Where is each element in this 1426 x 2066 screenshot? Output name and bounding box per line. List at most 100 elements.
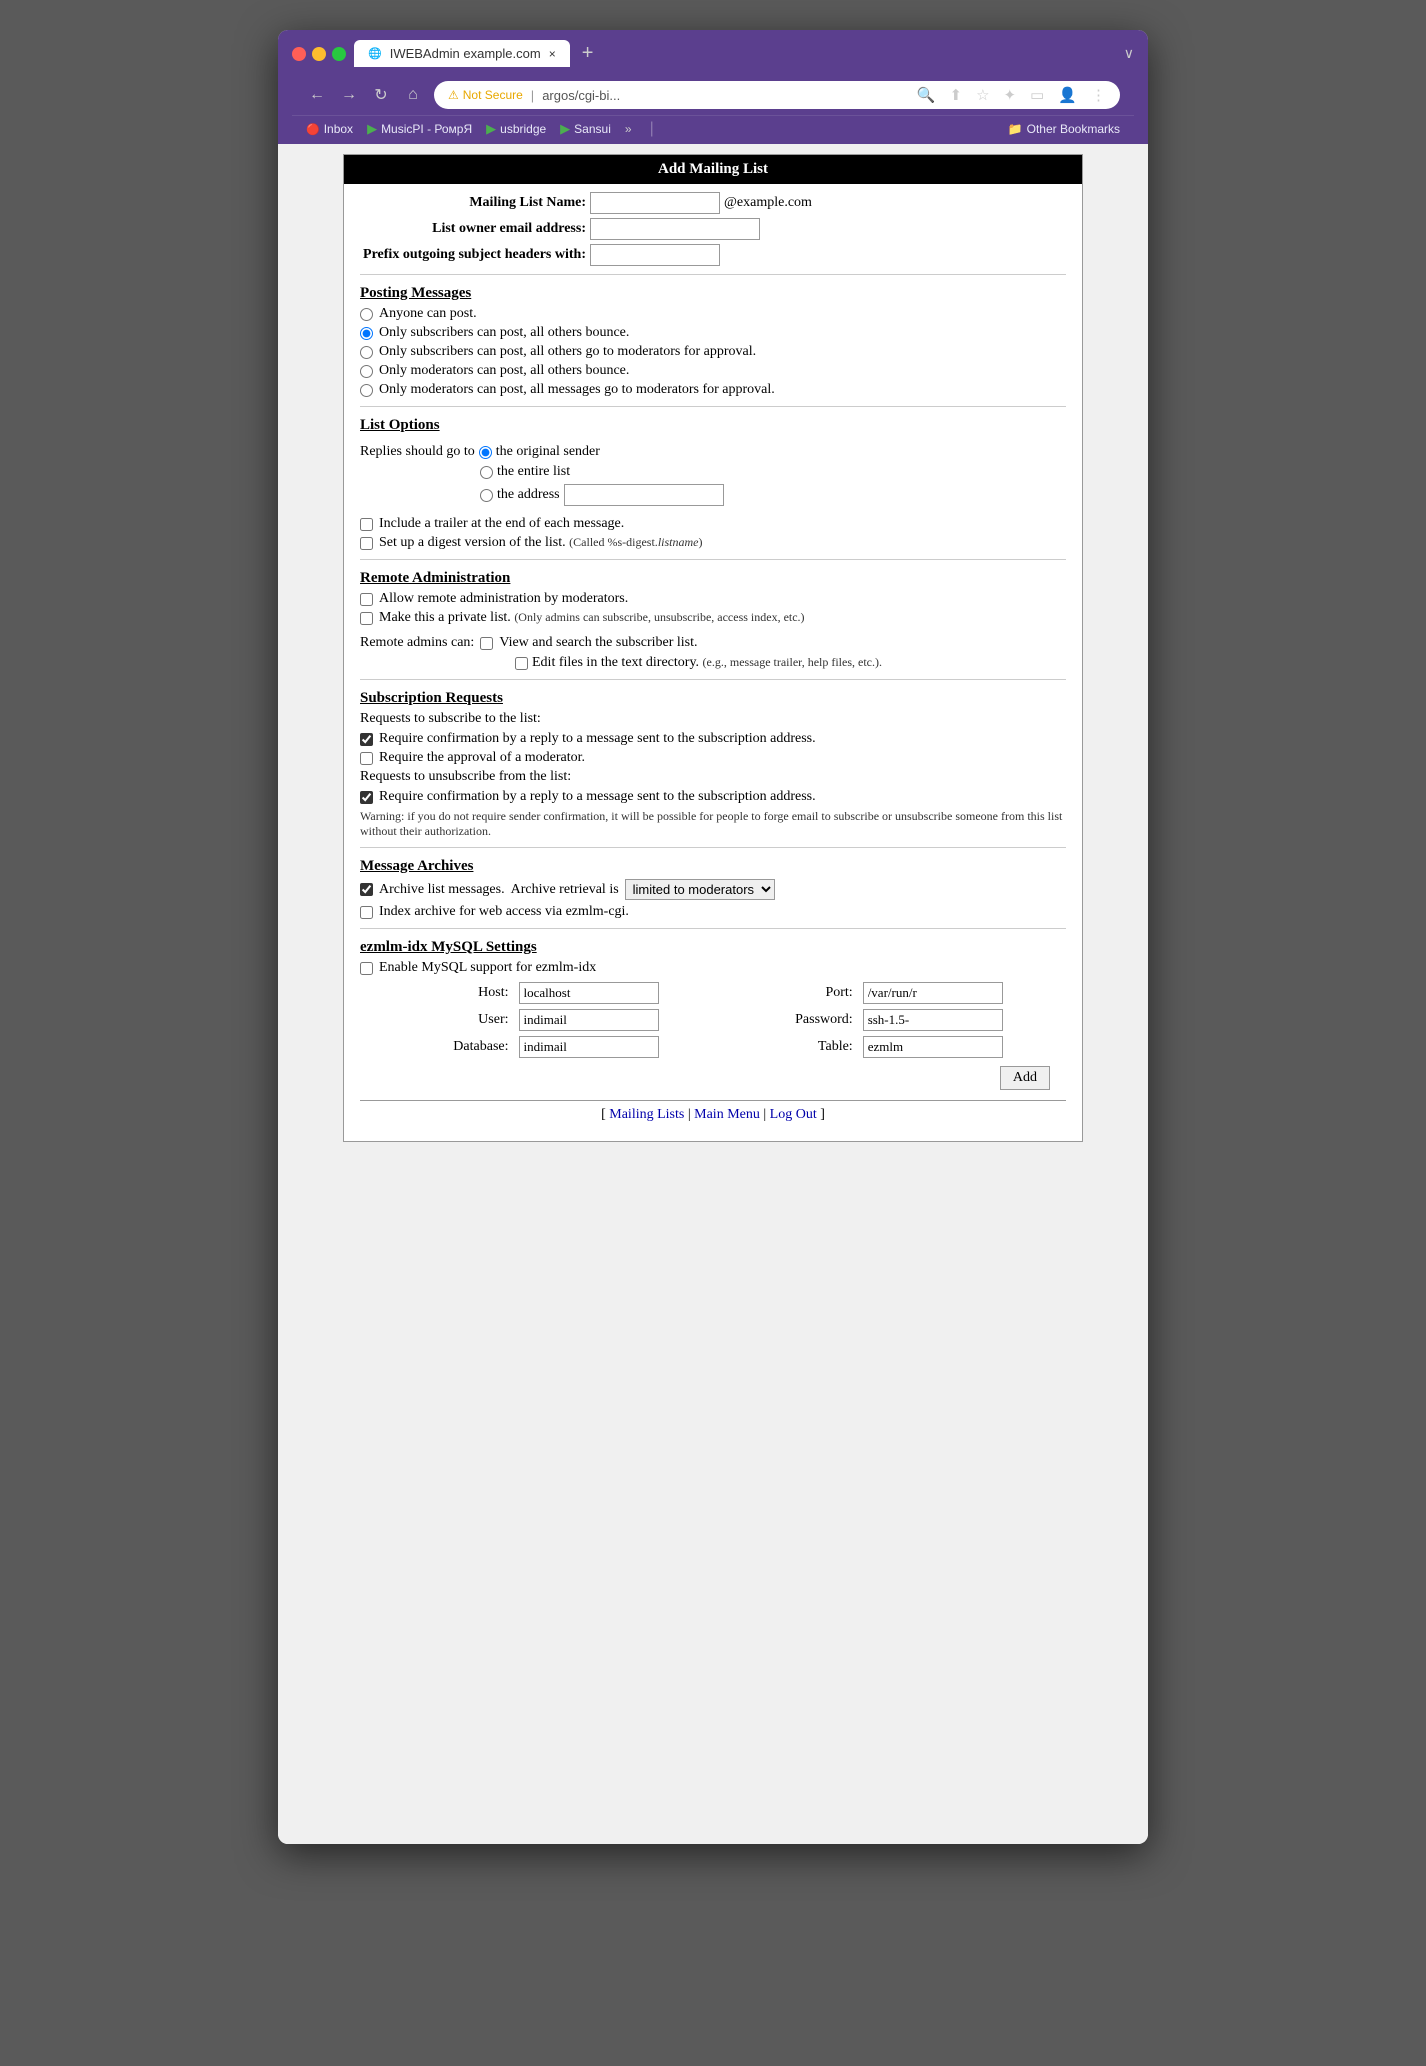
main-menu-link[interactable]: Main Menu: [694, 1107, 760, 1122]
post-radio-3[interactable]: [360, 365, 373, 378]
reply-address-label: the address: [497, 487, 560, 503]
digest-checkbox[interactable]: [360, 537, 373, 550]
bookmark-inbox[interactable]: 🔴 Inbox: [306, 122, 353, 136]
divider-2: [360, 406, 1066, 407]
archive-row: Archive list messages. Archive retrieval…: [360, 879, 1066, 900]
search-icon[interactable]: 🔍: [917, 86, 936, 104]
browser-tab-active[interactable]: 🌐 IWEBAdmin example.com ×: [354, 40, 570, 67]
mysql-enable-label: Enable MySQL support for ezmlm-idx: [379, 960, 596, 976]
database-label: Database:: [390, 1039, 509, 1055]
archive-retrieval-select[interactable]: limited to moderators open to all disabl…: [625, 879, 775, 900]
host-input[interactable]: [519, 982, 659, 1004]
star-icon[interactable]: ☆: [976, 86, 989, 104]
profile-icon[interactable]: 👤: [1058, 86, 1077, 104]
menu-dots-icon[interactable]: ⋮: [1091, 86, 1106, 104]
table-input[interactable]: [863, 1036, 1003, 1058]
new-tab-button[interactable]: +: [574, 42, 602, 65]
divider-1: [360, 274, 1066, 275]
bookmarks-more-button[interactable]: »: [625, 122, 632, 136]
private-list-checkbox[interactable]: [360, 612, 373, 625]
post-option-1: Only subscribers can post, all others bo…: [360, 325, 1066, 341]
prefix-label: Prefix outgoing subject headers with:: [360, 247, 590, 263]
bookmark-inbox-label: Inbox: [324, 122, 353, 136]
minimize-button[interactable]: [312, 47, 326, 61]
tab-close-button[interactable]: ×: [549, 47, 556, 61]
address-bar-input[interactable]: ⚠ Not Secure | argos/cgi-bi... 🔍 ⬆ ☆ ✦ ▭…: [434, 81, 1120, 109]
trailer-checkbox[interactable]: [360, 518, 373, 531]
log-out-link[interactable]: Log Out: [770, 1107, 817, 1122]
message-archives-title: Message Archives: [360, 858, 1066, 875]
back-button[interactable]: ←: [306, 86, 328, 104]
unsub-confirm-checkbox-row: Require confirmation by a reply to a mes…: [360, 789, 1066, 805]
extension-icon[interactable]: ✦: [1004, 86, 1017, 104]
sub-moderator-label: Require the approval of a moderator.: [379, 750, 585, 766]
post-radio-2[interactable]: [360, 346, 373, 359]
list-options-title: List Options: [360, 417, 1066, 434]
archive-checkbox[interactable]: [360, 883, 373, 896]
home-button[interactable]: ⌂: [402, 86, 424, 104]
post-option-4: Only moderators can post, all messages g…: [360, 382, 1066, 398]
address-bar-icons: 🔍 ⬆ ☆ ✦ ▭ 👤 ⋮: [917, 86, 1106, 104]
archive-label: Archive list messages.: [379, 882, 505, 898]
window-icon[interactable]: ▭: [1030, 86, 1044, 104]
inbox-notification-icon: 🔴: [306, 123, 320, 136]
share-icon[interactable]: ⬆: [950, 86, 963, 104]
folder-icon: 📁: [1008, 122, 1023, 136]
edit-files-checkbox[interactable]: [515, 657, 528, 670]
post-option-4-label: Only moderators can post, all messages g…: [379, 382, 775, 398]
bookmark-sansui[interactable]: ▶ Sansui: [560, 121, 611, 137]
digest-label: Set up a digest version of the list. (Ca…: [379, 535, 702, 551]
play-icon-musicpi: ▶: [367, 121, 377, 137]
bookmark-musicpi[interactable]: ▶ MusicPI - РомрЯ: [367, 121, 472, 137]
post-option-2-label: Only subscribers can post, all others go…: [379, 344, 756, 360]
index-archive-checkbox[interactable]: [360, 906, 373, 919]
password-input[interactable]: [863, 1009, 1003, 1031]
address-text: argos/cgi-bi...: [542, 88, 620, 103]
list-owner-input[interactable]: [590, 218, 760, 240]
address-bar: ← → ↻ ⌂ ⚠ Not Secure | argos/cgi-bi... 🔍…: [292, 75, 1134, 115]
add-button[interactable]: Add: [1000, 1066, 1050, 1090]
forward-button[interactable]: →: [338, 86, 360, 104]
unsub-confirm-label: Require confirmation by a reply to a mes…: [379, 789, 816, 805]
reply-address-input[interactable]: [564, 484, 724, 506]
refresh-button[interactable]: ↻: [370, 85, 392, 105]
view-subscriber-label: View and search the subscriber list.: [499, 635, 697, 651]
database-input[interactable]: [519, 1036, 659, 1058]
divider-5: [360, 847, 1066, 848]
sub-confirm-checkbox-row: Require confirmation by a reply to a mes…: [360, 731, 1066, 747]
reply-radio-list[interactable]: [480, 466, 493, 479]
mailing-list-name-input[interactable]: [590, 192, 720, 214]
prefix-input[interactable]: [590, 244, 720, 266]
edit-files-label: Edit files in the text directory. (e.g.,…: [532, 655, 882, 671]
reply-radio-original[interactable]: [479, 446, 492, 459]
user-input[interactable]: [519, 1009, 659, 1031]
other-bookmarks[interactable]: 📁 Other Bookmarks: [1008, 122, 1120, 136]
footer-divider: [360, 1100, 1066, 1101]
sub-confirm-label: Require confirmation by a reply to a mes…: [379, 731, 816, 747]
remote-admin-checkbox[interactable]: [360, 593, 373, 606]
footer-links: [ Mailing Lists | Main Menu | Log Out ]: [360, 1107, 1066, 1123]
post-radio-0[interactable]: [360, 308, 373, 321]
bookmark-usbridge[interactable]: ▶ usbridge: [486, 121, 546, 137]
bookmark-musicpi-label: MusicPI - РомрЯ: [381, 122, 472, 136]
reply-entire-list-row: the entire list: [480, 464, 1066, 480]
edit-files-note: (e.g., message trailer, help files, etc.…: [703, 655, 882, 669]
fullscreen-button[interactable]: [332, 47, 346, 61]
post-radio-4[interactable]: [360, 384, 373, 397]
post-radio-1[interactable]: [360, 327, 373, 340]
mysql-enable-checkbox[interactable]: [360, 962, 373, 975]
view-subscriber-checkbox[interactable]: [480, 637, 493, 650]
reply-radio-address[interactable]: [480, 489, 493, 502]
unsub-confirm-checkbox[interactable]: [360, 791, 373, 804]
traffic-lights: [292, 47, 346, 61]
bookmarks-bar: 🔴 Inbox ▶ MusicPI - РомрЯ ▶ usbridge ▶ S…: [292, 115, 1134, 144]
list-owner-row: List owner email address:: [360, 218, 1066, 240]
mailing-lists-link[interactable]: Mailing Lists: [609, 1107, 684, 1122]
close-button[interactable]: [292, 47, 306, 61]
sub-moderator-checkbox[interactable]: [360, 752, 373, 765]
tab-title: IWEBAdmin example.com: [390, 46, 541, 61]
post-option-0: Anyone can post.: [360, 306, 1066, 322]
tab-menu-button[interactable]: ∨: [1124, 45, 1134, 62]
port-input[interactable]: [863, 982, 1003, 1004]
sub-confirm-checkbox[interactable]: [360, 733, 373, 746]
